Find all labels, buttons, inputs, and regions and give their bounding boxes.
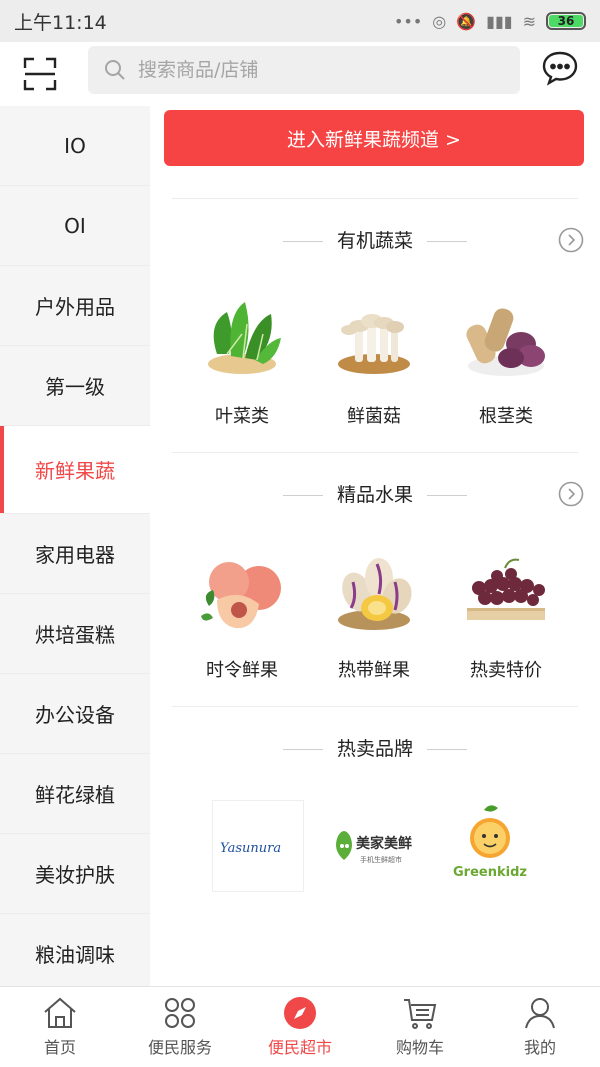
sidebar-item-label: 新鲜果蔬 [35,459,115,483]
sidebar-item-level-one[interactable]: 第一级 [0,346,150,426]
tab-profile[interactable]: 我的 [480,987,600,1067]
category-item-tropical[interactable]: 热带鲜果 [314,548,434,682]
status-icons: ••• ◎ 🔕 ▮▮▮ ≋ 36 [394,12,586,31]
sidebar-item-flowers[interactable]: 鲜花绿植 [0,754,150,834]
sidebar-item-io[interactable]: IO [0,106,150,186]
sidebar-item-oi[interactable]: OI [0,186,150,266]
sidebar-item-outdoor[interactable]: 户外用品 [0,266,150,346]
search-icon [105,60,125,80]
meijiameixian-logo-icon: 美家美鲜 手机生鲜超市 [336,831,412,864]
search-box[interactable] [88,46,520,94]
category-item-label: 根茎类 [479,406,533,427]
sidebar-item-label: 第一级 [45,375,105,399]
chevron-right-icon[interactable] [558,227,584,253]
section-title-hot-brands: 热卖品牌 [150,734,600,761]
root-vegetable-icon [466,308,545,376]
yasunura-logo-icon: Yasunura [220,841,281,856]
fresh-channel-label: 进入新鲜果蔬频道 > [287,128,461,151]
brand-meijiameixian[interactable]: 美家美鲜 手机生鲜超市 [330,800,422,892]
hotspot-icon: ◎ [432,11,447,31]
peach-icon [201,562,281,629]
wifi-icon: ≋ [522,11,536,31]
mute-icon: 🔕 [456,11,477,31]
sidebar-item-label: 烘培蛋糕 [35,623,115,647]
sidebar-item-label: 户外用品 [35,295,115,319]
chat-icon [542,51,578,86]
category-item-leafy[interactable]: 叶菜类 [182,294,302,428]
tab-label: 首页 [43,1038,76,1057]
scan-icon [23,57,57,91]
sidebar-item-label: 粮油调味 [35,943,115,967]
grid-icon [165,998,195,1028]
sidebar-item-label: IO [64,133,86,158]
tab-services[interactable]: 便民服务 [120,987,240,1067]
tab-label: 便民超市 [267,1038,332,1057]
category-item-label: 鲜菌菇 [347,406,401,427]
category-item-hot-deals[interactable]: 热卖特价 [446,548,566,682]
sidebar-item-beauty[interactable]: 美妆护肤 [0,834,150,914]
leafy-greens-icon [208,302,281,374]
category-item-mushroom[interactable]: 鲜菌菇 [314,294,434,428]
message-button[interactable] [540,48,580,88]
battery-icon: 36 [546,12,586,30]
tab-label: 购物车 [395,1038,444,1057]
fresh-channel-button[interactable]: 进入新鲜果蔬频道 > [164,110,584,166]
category-item-seasonal[interactable]: 时令鲜果 [182,548,302,682]
status-time: 上午11:14 [14,11,107,34]
tab-home[interactable]: 首页 [0,987,120,1067]
sidebar-item-grain-oil[interactable]: 粮油调味 [0,914,150,994]
category-item-root[interactable]: 根茎类 [446,294,566,428]
sidebar-item-label: OI [64,213,86,238]
svg-text:美家美鲜: 美家美鲜 [356,835,412,852]
category-item-label: 时令鲜果 [206,660,278,681]
scan-button[interactable] [16,50,64,98]
tab-label: 我的 [523,1038,556,1057]
dots-icon: ••• [393,11,423,31]
divider [172,198,578,199]
tab-label: 便民服务 [147,1038,212,1057]
brand-yasunura[interactable]: Yasunura [212,800,304,892]
brand-greenkidz[interactable]: Greenkidz [444,800,536,892]
category-item-label: 叶菜类 [215,406,269,427]
pepino-icon [338,558,412,630]
sidebar-item-fresh-produce[interactable]: 新鲜果蔬 [0,426,150,514]
sidebar-item-appliances[interactable]: 家用电器 [0,514,150,594]
divider [172,706,578,707]
section-title-organic-veg: 有机蔬菜 [150,226,600,253]
section-title-premium-fruit: 精品水果 [150,480,600,507]
greenkidz-logo-icon: Greenkidz [453,805,527,880]
cart-icon [404,999,437,1029]
mushroom-icon [338,314,410,374]
bottom-tab-bar: 首页 便民服务 便民超市 购物车 我的 [0,986,600,1067]
svg-text:Greenkidz: Greenkidz [453,865,527,880]
category-item-label: 热带鲜果 [338,660,410,681]
battery-level: 36 [557,14,575,28]
sidebar-item-label: 鲜花绿植 [35,783,115,807]
sidebar-item-bakery[interactable]: 烘培蛋糕 [0,594,150,674]
chevron-right-icon[interactable] [558,481,584,507]
svg-text:Yasunura: Yasunura [220,841,281,856]
sidebar-item-label: 美妆护肤 [35,863,115,887]
sidebar-item-label: 家用电器 [35,543,115,567]
sidebar-item-label: 办公设备 [35,703,115,727]
grape-icon [467,558,545,620]
tab-supermarket[interactable]: 便民超市 [240,987,360,1067]
tab-cart[interactable]: 购物车 [360,987,480,1067]
sidebar-item-office[interactable]: 办公设备 [0,674,150,754]
home-icon [44,997,76,1028]
category-sidebar: IO OI 户外用品 第一级 新鲜果蔬 家用电器 烘培蛋糕 办公设备 鲜花绿植 … [0,106,150,994]
divider [172,452,578,453]
svg-text:手机生鲜超市: 手机生鲜超市 [360,855,402,864]
category-content: 进入新鲜果蔬频道 > 有机蔬菜 叶菜类 鲜菌菇 根茎类 精品水果 时令鲜果 热带… [150,106,600,986]
signal-icon: ▮▮▮ [486,11,513,31]
search-input[interactable] [138,59,478,81]
category-item-label: 热卖特价 [470,660,542,681]
compass-icon [284,997,316,1029]
status-bar: 上午11:14 ••• ◎ 🔕 ▮▮▮ ≋ 36 [0,0,600,42]
user-icon [525,998,555,1029]
search-header [0,42,600,106]
